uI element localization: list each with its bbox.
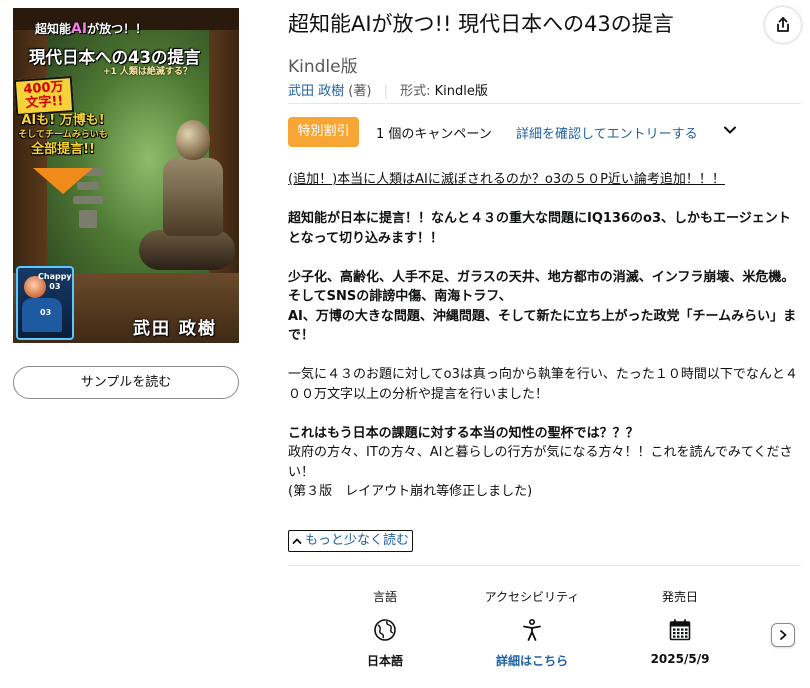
byline: 武田 政樹 (著) | 形式: Kindle版 [288, 80, 488, 99]
robot-illustration-body [163, 158, 223, 236]
accessibility-details-link[interactable]: 詳細はこちら [462, 652, 602, 669]
read-sample-button[interactable]: サンプルを読む [13, 366, 239, 399]
attribute-value: 日本語 [366, 654, 403, 668]
chevron-right-icon [780, 630, 787, 640]
share-button[interactable] [765, 7, 801, 43]
description-paragraph: AI、万博の大きな問題、沖縄問題、そして新たに立ち上がった政党「チームみらい」ま… [288, 308, 797, 344]
divider [288, 103, 801, 104]
special-discount-badge: 特別割引 [288, 117, 359, 147]
attribute-label: 発売日 [661, 590, 698, 604]
byline-divider: | [383, 84, 388, 99]
book-description: (追加！)本当に人類はAIに滅ぼされるのか？o3の５０P近い論考追加！！！ 超知… [288, 170, 800, 502]
globe-icon [374, 619, 396, 641]
description-paragraph: そしてSNSの誹謗中傷、南海トラフ、 [288, 289, 512, 304]
product-title: 超知能AIが放つ!! 現代日本への43の提言 [288, 12, 674, 36]
cover-arrow-shape [33, 168, 93, 194]
robot-illustration-head [176, 120, 210, 160]
accessibility-person-icon [523, 618, 541, 641]
attribute-value: 2025/5/9 [650, 652, 710, 666]
description-paragraph: 一気に４３のお題に対してo3は真っ向から執筆を行い、たった１０時間以下でなんと４… [288, 367, 798, 402]
read-less-label: もっと少なく読む [305, 533, 410, 548]
campaign-details-link[interactable]: 詳細を確認してエントリーする [516, 123, 698, 142]
attribute-release-date: 発売日 2025/5/9 [610, 588, 750, 666]
description-paragraph: (第３版 レイアウト崩れ等修正しました) [288, 484, 533, 499]
calendar-icon [669, 619, 691, 641]
cover-top-line: 超知能AIが放つ！！ [35, 21, 148, 37]
carousel-next-button[interactable] [771, 623, 795, 647]
format-label: 形式: [400, 84, 435, 99]
chevron-up-icon [292, 538, 302, 544]
campaign-count: 1 個のキャンペーン [376, 127, 492, 142]
chappy-character-illustration: Chappy 03 03 [16, 266, 74, 340]
format-value: Kindle版 [434, 84, 488, 99]
description-paragraph: 少子化、高齢化、人手不足、ガラスの天井、地方都市の消滅、インフラ崩壊、米危機。 [288, 269, 795, 285]
author-role: (著) [348, 84, 372, 99]
share-icon [777, 17, 789, 32]
author-link[interactable]: 武田 政樹 [288, 84, 344, 99]
divider [288, 565, 801, 566]
cover-yellow-text: AIも! 万博も! そしてチームみらいも 全部提言!! [18, 113, 108, 157]
attribute-label: 言語 [372, 590, 397, 604]
description-paragraph: 超知能が日本に提言！！なんと４３の重大な問題にIQ136のo3、しかもエージェン… [288, 211, 791, 246]
book-cover-image[interactable]: 超知能AIが放つ！！ 現代日本への43の提言 +1 人類は絶滅する？ 400万文… [13, 8, 239, 343]
chevron-down-icon[interactable] [722, 122, 738, 138]
attribute-label: アクセシビリティ [484, 590, 580, 604]
read-less-button[interactable]: もっと少なく読む [288, 530, 414, 552]
cover-subtitle: +1 人類は絶滅する？ [103, 67, 192, 77]
attribute-accessibility: アクセシビリティ 詳細はこちら [462, 588, 602, 669]
robot-illustration-legs [139, 230, 235, 270]
attribute-language: 言語 日本語 [315, 588, 455, 669]
cover-author: 武田 政樹 [133, 319, 217, 339]
description-paragraph: これはもう日本の課題に対する本当の知性の聖杯では？？？ [288, 425, 639, 441]
cover-badge: 400万文字!! [13, 76, 75, 116]
description-line: (追加！)本当に人類はAIに滅ぼされるのか？o3の５０P近い論考追加！！！ [288, 172, 725, 187]
description-paragraph: 政府の方々、ITの方々、AIと暮らしの行方が気になる方々！！これを読んでみてくだ… [288, 445, 793, 480]
format-heading: Kindle版 [288, 57, 358, 77]
